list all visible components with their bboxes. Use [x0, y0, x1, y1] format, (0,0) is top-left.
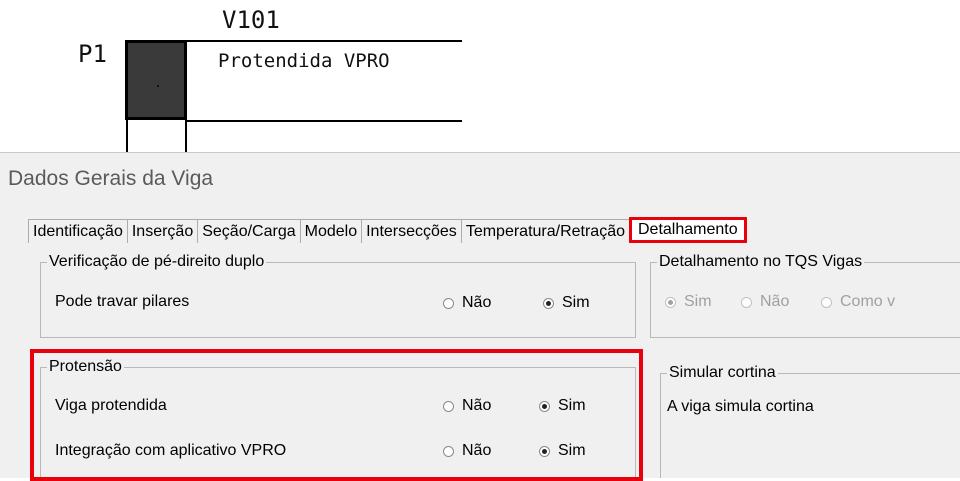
dialog-title: Dados Gerais da Viga: [8, 167, 214, 190]
protensao-highlight-box: [30, 349, 643, 481]
pillar-shape: [125, 40, 187, 120]
radio-label: Não: [760, 293, 790, 310]
group-verificacao-pe-direito: Verificação de pé-direito duplo Pode tra…: [40, 252, 636, 338]
tab-detalhamento[interactable]: Detalhamento: [629, 217, 747, 243]
radio-pode-travar-nao[interactable]: Não: [443, 294, 491, 312]
tab-bar: Identificação Inserção Seção/Carga Model…: [28, 217, 747, 243]
pillar-left-line: [126, 120, 128, 152]
beam-name-label: V101: [222, 6, 280, 34]
pillar-name-label: P1: [78, 40, 107, 68]
label-pode-travar-pilares: Pode travar pilares: [55, 293, 190, 310]
beam-bottom-line: [187, 120, 462, 122]
tab-interseccoes[interactable]: Intersecções: [361, 219, 462, 243]
radio-checked-icon: [543, 297, 554, 309]
label-viga-simula-cortina: A viga simula cortina: [667, 398, 814, 415]
radio-label: Sim: [562, 294, 590, 311]
radio-pode-travar-sim[interactable]: Sim: [543, 294, 590, 312]
radio-checked-icon: [665, 296, 676, 308]
radio-label: Sim: [684, 293, 712, 310]
radio-tqs-como[interactable]: Como v: [821, 293, 895, 311]
tab-secao-carga[interactable]: Seção/Carga: [197, 219, 301, 243]
group-detalhamento-tqs: Detalhamento no TQS Vigas Sim Não Como v: [650, 252, 960, 338]
group-title-detalhamento-tqs: Detalhamento no TQS Vigas: [657, 252, 865, 272]
tab-identificacao[interactable]: Identificação: [28, 219, 128, 243]
tab-temperatura-retracao[interactable]: Temperatura/Retração: [460, 219, 630, 243]
radio-circle-icon: [443, 297, 454, 309]
radio-circle-icon: [821, 296, 832, 308]
radio-label: Como v: [840, 293, 896, 310]
tab-insercao[interactable]: Inserção: [126, 219, 199, 243]
tab-modelo[interactable]: Modelo: [299, 219, 363, 243]
group-title-verificacao: Verificação de pé-direito duplo: [47, 252, 267, 272]
radio-tqs-sim[interactable]: Sim: [665, 293, 712, 311]
group-title-simular-cortina: Simular cortina: [667, 363, 778, 383]
beam-data-dialog: Dados Gerais da Viga Identificação Inser…: [0, 152, 960, 481]
beam-description-label: Protendida VPRO: [218, 50, 390, 72]
group-simular-cortina: Simular cortina A viga simula cortina: [660, 363, 960, 478]
radio-label: Não: [462, 294, 492, 311]
beam-top-line: [187, 40, 462, 42]
radio-circle-icon: [741, 296, 752, 308]
radio-tqs-nao[interactable]: Não: [741, 293, 789, 311]
pillar-center-dot: [157, 85, 159, 87]
pillar-right-line: [185, 120, 187, 152]
